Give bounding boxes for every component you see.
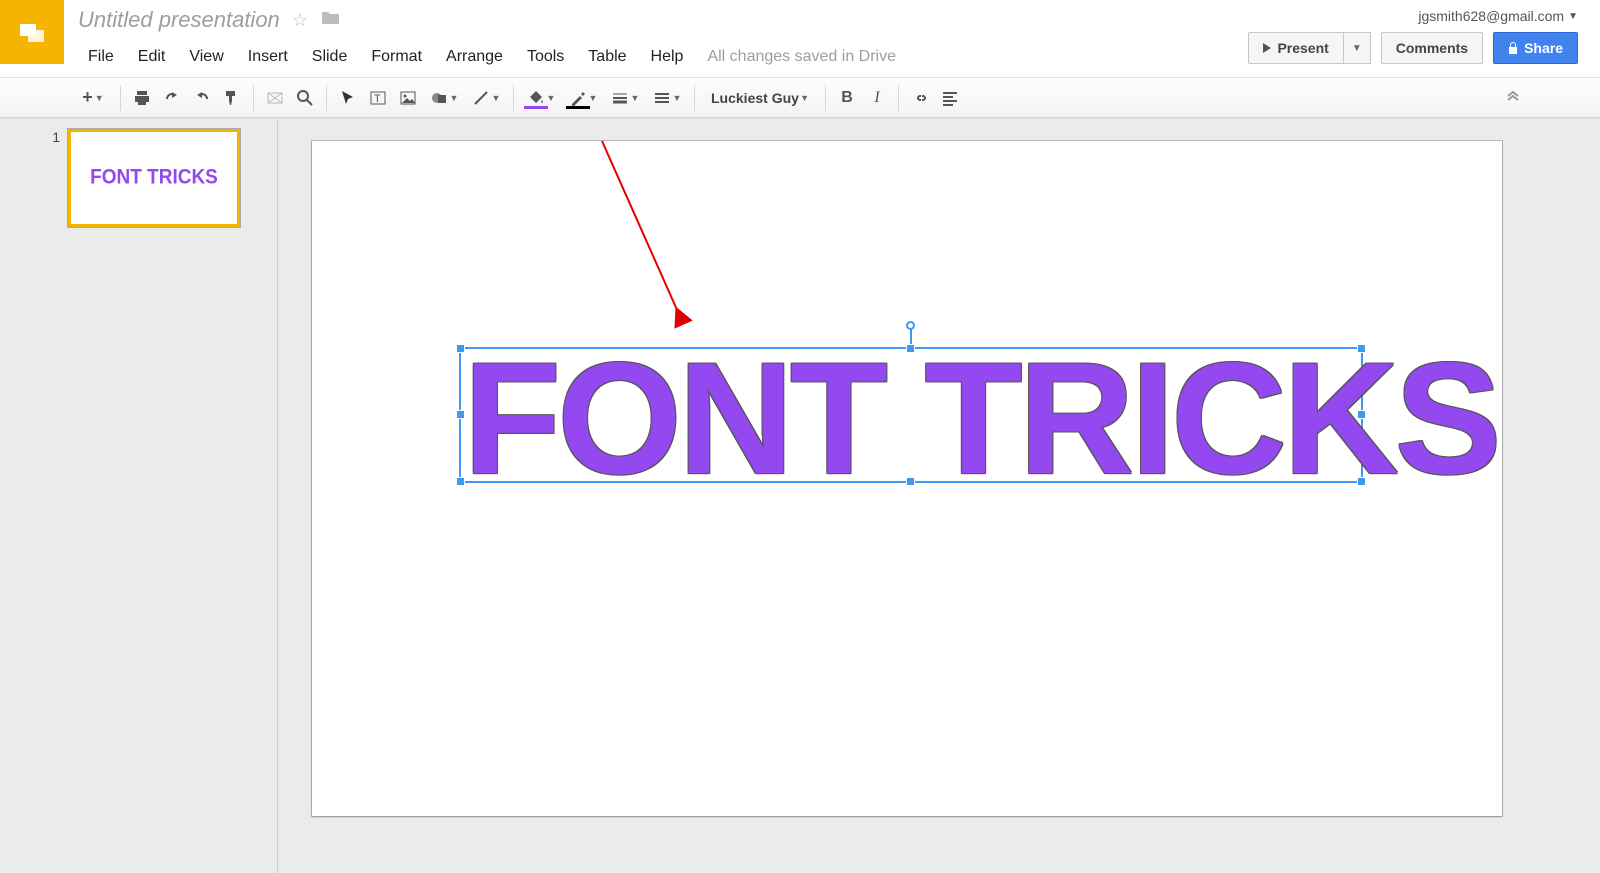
insert-link-button[interactable] — [905, 84, 935, 112]
present-dropdown[interactable]: ▼ — [1344, 32, 1371, 64]
canvas-area[interactable]: FONT TRICKS — [278, 119, 1600, 873]
textbox-text[interactable]: FONT TRICKS — [461, 348, 1388, 487]
italic-button[interactable]: I — [862, 84, 892, 112]
line-tool[interactable]: ▼ — [465, 84, 507, 112]
comments-button[interactable]: Comments — [1381, 32, 1483, 64]
menu-view[interactable]: View — [179, 44, 233, 70]
slide-thumbnail[interactable]: FONT TRICKS — [68, 129, 240, 227]
menu-help[interactable]: Help — [641, 44, 694, 70]
slides-logo[interactable] — [0, 0, 64, 64]
annotation-arrow — [552, 131, 752, 351]
line-color-button[interactable]: ▼ — [562, 84, 604, 112]
slide-number: 1 — [46, 129, 60, 145]
line-color-swatch — [566, 106, 590, 109]
zoom-button[interactable] — [290, 84, 320, 112]
textbox-tool[interactable]: T — [363, 84, 393, 112]
menu-format[interactable]: Format — [361, 44, 432, 70]
star-icon[interactable]: ☆ — [292, 10, 308, 31]
present-button[interactable]: Present — [1248, 32, 1343, 64]
print-button[interactable] — [127, 84, 157, 112]
zoom-to-fit-button[interactable] — [260, 84, 290, 112]
bold-button[interactable]: B — [832, 84, 862, 112]
toolbar: +▼ T ▼ ▼ ▼ ▼ — [0, 78, 1600, 118]
doc-title[interactable]: Untitled presentation — [78, 7, 280, 33]
play-icon — [1263, 43, 1271, 53]
menu-tools[interactable]: Tools — [517, 44, 574, 70]
paint-format-button[interactable] — [217, 84, 247, 112]
new-slide-button[interactable]: +▼ — [72, 84, 114, 112]
line-weight-button[interactable]: ▼ — [604, 84, 646, 112]
menubar: File Edit View Insert Slide Format Arran… — [78, 40, 896, 74]
header-right: jgsmith628@gmail.com ▼ Present ▼ Comment… — [1248, 8, 1578, 64]
select-tool[interactable] — [333, 84, 363, 112]
comments-label: Comments — [1396, 40, 1468, 56]
shape-tool[interactable]: ▼ — [423, 84, 465, 112]
slide-thumb-wrap[interactable]: 1 FONT TRICKS — [0, 129, 277, 227]
account-email-text: jgsmith628@gmail.com — [1418, 8, 1564, 24]
menu-table[interactable]: Table — [578, 44, 636, 70]
slide-canvas[interactable]: FONT TRICKS — [312, 141, 1502, 816]
redo-button[interactable] — [187, 84, 217, 112]
selected-textbox[interactable]: FONT TRICKS — [459, 347, 1363, 483]
present-label: Present — [1277, 40, 1328, 56]
menu-insert[interactable]: Insert — [238, 44, 298, 70]
thumb-title: FONT TRICKS — [90, 166, 218, 190]
title-area: Untitled presentation ☆ File Edit View I… — [64, 0, 896, 74]
hide-menus-button[interactable] — [1498, 84, 1528, 112]
share-label: Share — [1524, 40, 1563, 56]
workspace: 1 FONT TRICKS — [0, 118, 1600, 873]
undo-button[interactable] — [157, 84, 187, 112]
svg-text:T: T — [374, 93, 381, 105]
menu-edit[interactable]: Edit — [128, 44, 176, 70]
font-selector[interactable]: Luckiest Guy ▼ — [701, 84, 819, 112]
chevron-down-icon: ▼ — [1352, 43, 1362, 54]
fill-color-button[interactable]: ▼ — [520, 84, 562, 112]
menu-slide[interactable]: Slide — [302, 44, 358, 70]
chevron-down-icon: ▼ — [1568, 11, 1578, 22]
line-dash-button[interactable]: ▼ — [646, 84, 688, 112]
account-email[interactable]: jgsmith628@gmail.com ▼ — [1418, 8, 1578, 24]
menu-arrange[interactable]: Arrange — [436, 44, 513, 70]
app-header: Untitled presentation ☆ File Edit View I… — [0, 0, 1600, 78]
save-status: All changes saved in Drive — [697, 48, 896, 66]
align-button[interactable] — [935, 84, 965, 112]
image-tool[interactable] — [393, 84, 423, 112]
share-button[interactable]: Share — [1493, 32, 1578, 64]
font-name: Luckiest Guy — [711, 90, 799, 106]
folder-icon[interactable] — [320, 10, 340, 31]
menu-file[interactable]: File — [78, 44, 124, 70]
lock-icon — [1508, 42, 1518, 54]
slide-panel[interactable]: 1 FONT TRICKS — [0, 119, 278, 873]
fill-swatch — [524, 106, 548, 109]
rotate-handle[interactable] — [906, 321, 915, 330]
